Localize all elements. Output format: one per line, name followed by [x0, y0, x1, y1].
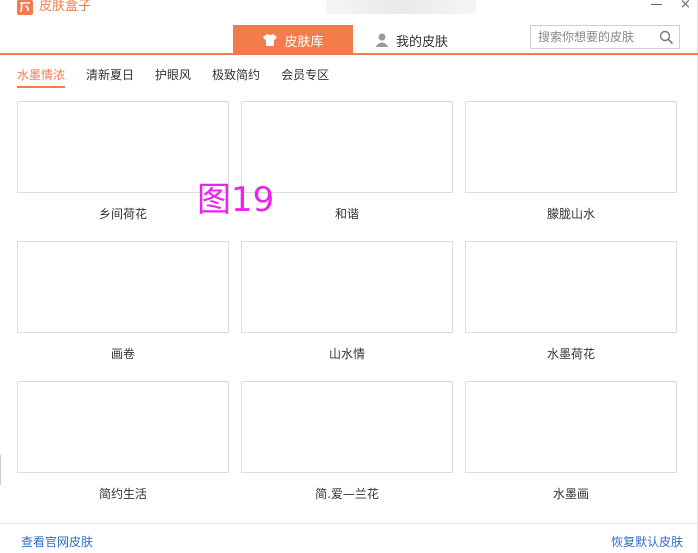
- skin-name: 水墨荷花: [546, 347, 595, 361]
- skin-card[interactable]: 山水情: [241, 241, 453, 371]
- search-input[interactable]: [538, 29, 656, 45]
- search-icon[interactable]: [659, 30, 674, 45]
- title-bar: 皮肤盒子 ×: [0, 0, 698, 22]
- skin-thumbnail[interactable]: [17, 241, 229, 333]
- tab-category-fresh-summer[interactable]: 清新夏日: [86, 66, 134, 88]
- skin-thumbnail[interactable]: [241, 241, 453, 333]
- figure-overlay-label: 图19: [197, 180, 275, 220]
- tab-category-minimal[interactable]: 极致简约: [212, 66, 260, 88]
- skin-card[interactable]: 简.爱—兰花: [241, 381, 453, 511]
- skin-card[interactable]: 简约生活: [17, 381, 229, 511]
- title-center-area: [326, 0, 476, 14]
- tab-category-eye-care[interactable]: 护眼风: [155, 66, 191, 88]
- category-tab-bar: 水墨情浓 清新夏日 护眼风 极致简约 会员专区: [17, 66, 350, 90]
- tab-category-vip[interactable]: 会员专区: [281, 66, 329, 88]
- app-title: 皮肤盒子: [39, 0, 92, 14]
- skin-name: 山水情: [328, 347, 365, 361]
- tab-my-skins[interactable]: 我的皮肤: [356, 25, 466, 55]
- skin-name: 水墨画: [552, 487, 589, 501]
- footer-bar: 查看官网皮肤 恢复默认皮肤: [0, 523, 698, 553]
- skin-name: 朦胧山水: [546, 207, 595, 221]
- tab-category-ink-wash[interactable]: 水墨情浓: [17, 66, 66, 88]
- search-box: [530, 25, 680, 49]
- close-icon[interactable]: ×: [680, 0, 692, 11]
- skin-thumbnail[interactable]: [465, 241, 677, 333]
- skin-thumbnail[interactable]: [465, 381, 677, 473]
- restore-default-skin-link[interactable]: 恢复默认皮肤: [611, 533, 683, 550]
- skin-name: 简约生活: [98, 487, 147, 501]
- skin-thumbnail[interactable]: [17, 381, 229, 473]
- user-icon: [374, 32, 390, 48]
- skin-box-window: 皮肤盒子 × 皮肤库 我的皮肤 水墨情浓 清新夏日 护眼风 极致简约: [0, 0, 698, 553]
- view-official-skins-link[interactable]: 查看官网皮肤: [21, 533, 93, 550]
- skin-thumbnail[interactable]: [465, 101, 677, 193]
- tshirt-icon: [262, 32, 278, 48]
- minimize-icon[interactable]: [651, 0, 663, 10]
- skin-card[interactable]: 水墨画: [465, 381, 677, 511]
- skin-card[interactable]: 画卷: [17, 241, 229, 371]
- main-tab-bar: 皮肤库 我的皮肤: [0, 25, 698, 55]
- window-edge-decoration: [0, 455, 3, 485]
- skin-thumbnail[interactable]: [241, 381, 453, 473]
- skin-card[interactable]: 朦胧山水: [465, 101, 677, 231]
- tab-skin-library[interactable]: 皮肤库: [233, 25, 353, 55]
- skin-box-logo-icon: [17, 0, 33, 15]
- skin-name: 画卷: [110, 347, 135, 361]
- skin-card[interactable]: 水墨荷花: [465, 241, 677, 371]
- tab-skin-library-label: 皮肤库: [284, 34, 324, 50]
- tab-my-skins-label: 我的皮肤: [395, 34, 448, 50]
- skin-name: 简.爱—兰花: [315, 487, 379, 501]
